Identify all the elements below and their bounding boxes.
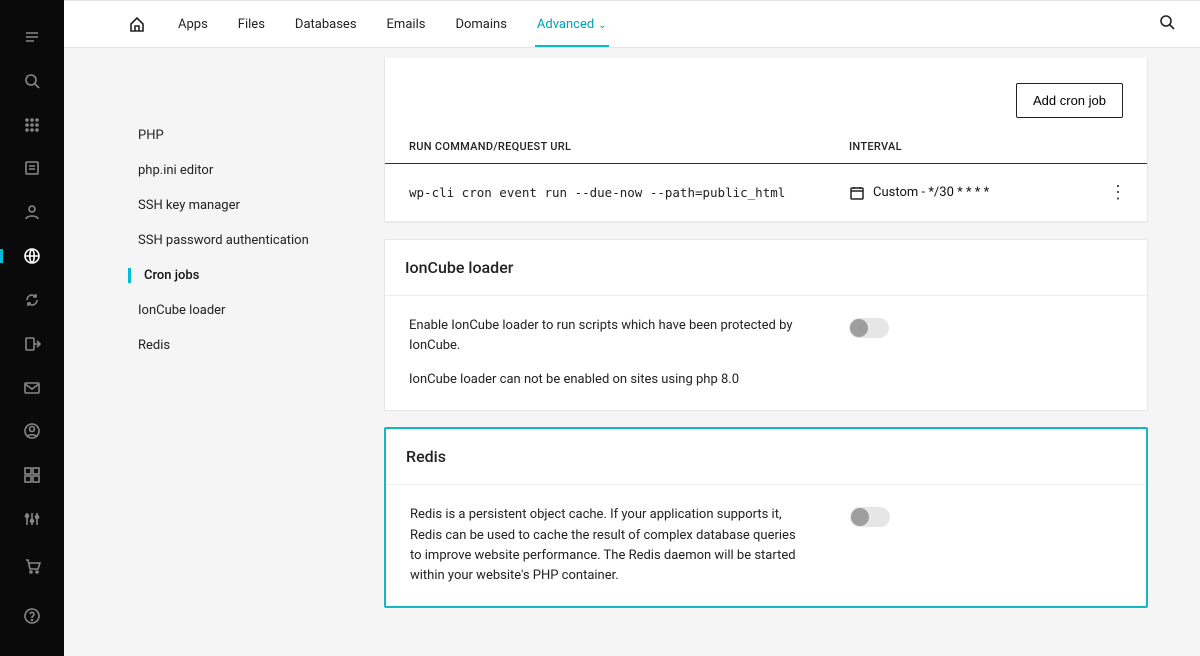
sidebar-item-cron[interactable]: Cron jobs xyxy=(128,258,328,293)
cart-icon xyxy=(23,557,41,575)
calendar-icon xyxy=(849,185,865,201)
cron-interval: Custom - */30 * * * * xyxy=(849,185,1109,201)
account-icon xyxy=(23,422,41,440)
home-link[interactable] xyxy=(128,15,146,33)
ioncube-desc: Enable IonCube loader to run scripts whi… xyxy=(409,316,809,390)
nav-domains[interactable]: Domains xyxy=(453,3,508,46)
cron-command: wp-cli cron event run --due-now --path=p… xyxy=(409,185,849,200)
rail-settings[interactable] xyxy=(0,502,64,536)
top-search-button[interactable] xyxy=(1158,13,1176,35)
rail-sync[interactable] xyxy=(0,283,64,317)
redis-desc-text: Redis is a persistent object cache. If y… xyxy=(410,505,810,586)
rail-dashboard[interactable] xyxy=(0,458,64,492)
main-content: Add cron job RUN COMMAND/REQUEST URL INT… xyxy=(384,58,1148,656)
rail-list[interactable] xyxy=(0,151,64,185)
sidebar-item-sshpw[interactable]: SSH password authentication xyxy=(128,223,328,258)
nav-apps[interactable]: Apps xyxy=(176,3,210,46)
sliders-icon xyxy=(23,510,41,528)
grid-icon xyxy=(23,116,41,134)
ioncube-title: IonCube loader xyxy=(385,240,1147,296)
redis-toggle[interactable] xyxy=(850,507,890,527)
sidebar-item-redis[interactable]: Redis xyxy=(128,328,328,363)
exit-icon xyxy=(23,335,41,353)
rail-globe[interactable] xyxy=(0,239,64,273)
rail-cart[interactable] xyxy=(0,546,64,586)
rail-account[interactable] xyxy=(0,414,64,448)
nav-files[interactable]: Files xyxy=(236,3,267,46)
sidebar-item-php[interactable]: PHP xyxy=(128,118,328,153)
rail-exit[interactable] xyxy=(0,327,64,361)
ioncube-toggle[interactable] xyxy=(849,318,889,338)
redis-card: Redis Redis is a persistent object cache… xyxy=(384,427,1148,608)
rail-help[interactable] xyxy=(0,596,64,636)
nav-databases[interactable]: Databases xyxy=(293,3,359,46)
home-icon xyxy=(128,15,146,33)
sync-icon xyxy=(23,291,41,309)
sidebar-item-ioncube[interactable]: IonCube loader xyxy=(128,293,328,328)
ioncube-card: IonCube loader Enable IonCube loader to … xyxy=(384,239,1148,411)
rail-mail[interactable] xyxy=(0,371,64,405)
ioncube-desc-2: IonCube loader can not be enabled on sit… xyxy=(409,370,809,390)
rail-user[interactable] xyxy=(0,195,64,229)
left-rail xyxy=(0,0,64,656)
search-icon xyxy=(1158,13,1176,31)
rail-grid[interactable] xyxy=(0,108,64,142)
section-sidebar: PHP php.ini editor SSH key manager SSH p… xyxy=(128,118,328,363)
nav-emails[interactable]: Emails xyxy=(385,3,428,46)
dashboard-icon xyxy=(23,466,41,484)
cron-row-menu[interactable]: ⋮ xyxy=(1109,182,1132,203)
nav-advanced[interactable]: Advanced ⌄ xyxy=(535,3,609,46)
help-icon xyxy=(23,607,41,625)
cron-interval-text: Custom - */30 * * * * xyxy=(873,185,989,200)
ioncube-desc-1: Enable IonCube loader to run scripts whi… xyxy=(409,316,809,356)
cron-card: Add cron job RUN COMMAND/REQUEST URL INT… xyxy=(384,58,1148,223)
user-icon xyxy=(23,203,41,221)
menu-icon xyxy=(23,28,41,46)
mail-icon xyxy=(23,379,41,397)
th-interval: INTERVAL xyxy=(849,140,1109,153)
sidebar-item-sshkey[interactable]: SSH key manager xyxy=(128,188,328,223)
sidebar-item-phpini[interactable]: php.ini editor xyxy=(128,153,328,188)
globe-icon xyxy=(23,247,41,265)
search-icon xyxy=(23,72,41,90)
top-nav: Apps Files Databases Emails Domains Adva… xyxy=(64,0,1200,48)
cron-row: wp-cli cron event run --due-now --path=p… xyxy=(385,164,1147,222)
cron-table-head: RUN COMMAND/REQUEST URL INTERVAL xyxy=(385,140,1147,164)
rail-search[interactable] xyxy=(0,64,64,98)
redis-desc: Redis is a persistent object cache. If y… xyxy=(410,505,810,586)
redis-title: Redis xyxy=(386,429,1146,485)
list-icon xyxy=(23,159,41,177)
rail-menu[interactable] xyxy=(0,20,64,54)
nav-advanced-label: Advanced xyxy=(537,17,594,32)
chevron-down-icon: ⌄ xyxy=(598,20,606,31)
add-cron-button[interactable]: Add cron job xyxy=(1016,83,1123,118)
th-command: RUN COMMAND/REQUEST URL xyxy=(409,140,849,153)
